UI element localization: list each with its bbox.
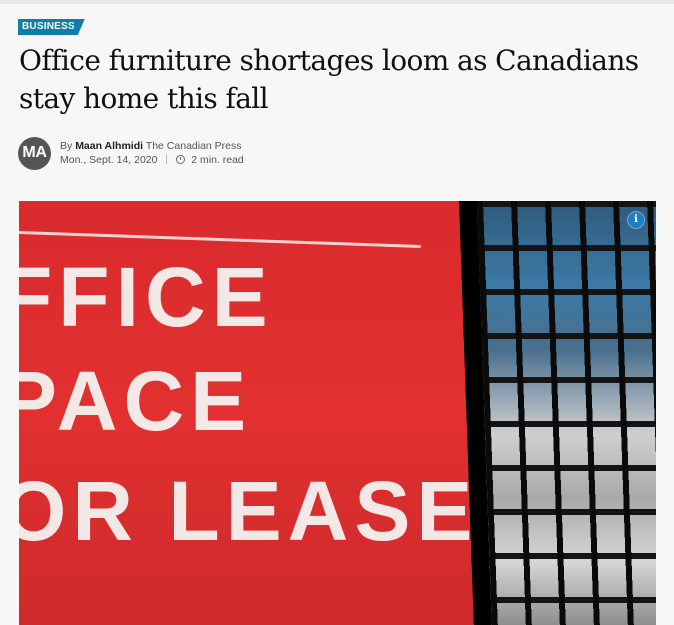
read-time: 2 min. read xyxy=(191,154,244,166)
byline-by: By xyxy=(60,140,73,152)
clock-icon xyxy=(176,155,186,164)
byline-author-line: By Maan Alhmidi The Canadian Press xyxy=(60,139,244,153)
byline-date-line: Mon., Sept. 14, 2020 2 min. read xyxy=(60,153,244,167)
sign-text-line-3: OR LEASE xyxy=(19,464,479,558)
building-windows xyxy=(477,201,656,625)
section-tag-business[interactable]: BUSINESS xyxy=(18,19,85,35)
hero-image[interactable]: FFICE PACE OR LEASE i xyxy=(19,201,656,625)
sign-line-divider xyxy=(19,231,421,249)
article-page: BUSINESS Office furniture shortages loom… xyxy=(0,0,674,625)
article-headline: Office furniture shortages loom as Canad… xyxy=(19,44,639,115)
info-icon[interactable]: i xyxy=(628,212,644,228)
author-organization: The Canadian Press xyxy=(145,140,242,152)
section-tag-label: BUSINESS xyxy=(22,21,75,32)
author-avatar[interactable]: MA xyxy=(18,136,51,170)
sign-text-line-1: FFICE xyxy=(19,250,274,344)
office-space-sign: FFICE PACE OR LEASE xyxy=(19,201,479,625)
byline-separator xyxy=(166,154,168,164)
author-avatar-initials: MA xyxy=(22,144,47,161)
office-building-facade xyxy=(459,201,656,625)
publish-date: Mon., Sept. 14, 2020 xyxy=(60,154,158,166)
sign-text-line-2: PACE xyxy=(19,354,253,448)
byline-meta: By Maan Alhmidi The Canadian Press Mon.,… xyxy=(60,139,244,167)
byline: MA By Maan Alhmidi The Canadian Press Mo… xyxy=(18,135,244,171)
author-name-link[interactable]: Maan Alhmidi xyxy=(75,140,143,152)
